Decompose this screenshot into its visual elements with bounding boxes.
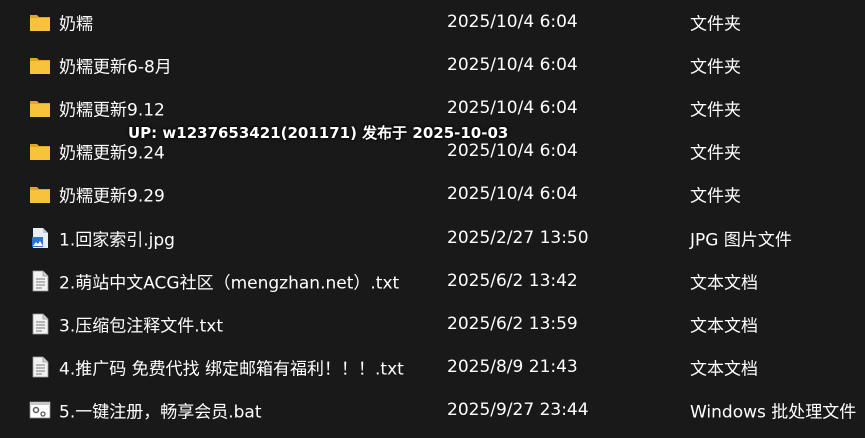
batch-file-icon bbox=[29, 401, 51, 419]
file-list: 奶糯 2025/10/4 6:04 文件夹 奶糯更新6-8月 2025/10/4… bbox=[0, 0, 865, 438]
file-date: 2025/2/27 13:50 bbox=[447, 228, 589, 248]
file-type: Windows 批处理文件 bbox=[690, 402, 857, 423]
file-date: 2025/8/9 21:43 bbox=[447, 357, 578, 377]
file-date: 2025/6/2 13:42 bbox=[447, 271, 578, 291]
folder-icon bbox=[30, 101, 50, 117]
file-row-promo-code-txt[interactable]: 4.推广码 免费代找 绑定邮箱有福利！！！.txt 2025/8/9 21:43… bbox=[0, 346, 865, 388]
folder-icon bbox=[30, 15, 50, 31]
file-type: 文件夹 bbox=[690, 143, 741, 164]
file-row-naino-update-6-8[interactable]: 奶糯更新6-8月 2025/10/4 6:04 文件夹 bbox=[0, 44, 865, 86]
file-type: 文本文档 bbox=[690, 273, 758, 294]
file-row-register-bat[interactable]: 5.一键注册，畅享会员.bat 2025/9/27 23:44 Windows … bbox=[0, 389, 865, 431]
text-file-icon bbox=[32, 356, 49, 378]
file-date: 2025/10/4 6:04 bbox=[447, 141, 578, 161]
file-type: 文本文档 bbox=[690, 316, 758, 337]
text-file-icon bbox=[32, 270, 49, 292]
file-row-return-index-jpg[interactable]: 1.回家索引.jpg 2025/2/27 13:50 JPG 图片文件 bbox=[0, 217, 865, 259]
file-name: 3.压缩包注释文件.txt bbox=[59, 316, 224, 337]
file-name: 2.萌站中文ACG社区（mengzhan.net）.txt bbox=[59, 273, 400, 294]
file-type: 文件夹 bbox=[690, 14, 741, 35]
folder-icon bbox=[30, 187, 50, 203]
file-date: 2025/9/27 23:44 bbox=[447, 400, 589, 420]
file-name: 奶糯 bbox=[59, 14, 93, 35]
file-row-naino-update-9-29[interactable]: 奶糯更新9.29 2025/10/4 6:04 文件夹 bbox=[0, 173, 865, 215]
file-date: 2025/10/4 6:04 bbox=[447, 98, 578, 118]
file-type: 文件夹 bbox=[690, 57, 741, 78]
file-type: 文本文档 bbox=[690, 359, 758, 380]
file-name: 5.一键注册，畅享会员.bat bbox=[59, 402, 262, 423]
folder-icon bbox=[30, 144, 50, 160]
file-row-naino[interactable]: 奶糯 2025/10/4 6:04 文件夹 bbox=[0, 1, 865, 43]
folder-icon bbox=[30, 58, 50, 74]
file-date: 2025/10/4 6:04 bbox=[447, 184, 578, 204]
file-type: 文件夹 bbox=[690, 100, 741, 121]
file-name: 1.回家索引.jpg bbox=[59, 230, 175, 251]
file-row-mengzhan-txt[interactable]: 2.萌站中文ACG社区（mengzhan.net）.txt 2025/6/2 1… bbox=[0, 260, 865, 302]
file-type: 文件夹 bbox=[690, 186, 741, 207]
file-date: 2025/6/2 13:59 bbox=[447, 314, 578, 334]
file-type: JPG 图片文件 bbox=[690, 230, 792, 251]
file-date: 2025/10/4 6:04 bbox=[447, 55, 578, 75]
file-row-archive-comment-txt[interactable]: 3.压缩包注释文件.txt 2025/6/2 13:59 文本文档 bbox=[0, 303, 865, 345]
file-name: 奶糯更新9.29 bbox=[59, 186, 165, 207]
file-name: 4.推广码 免费代找 绑定邮箱有福利！！！.txt bbox=[59, 359, 404, 380]
image-file-icon bbox=[32, 228, 48, 248]
file-name: 奶糯更新6-8月 bbox=[59, 57, 172, 78]
file-date: 2025/10/4 6:04 bbox=[447, 12, 578, 32]
text-file-icon bbox=[32, 313, 49, 335]
file-name: 奶糯更新9.12 bbox=[59, 100, 165, 121]
uploader-watermark: UP: w1237653421(201171) 发布于 2025-10-03 bbox=[128, 124, 509, 142]
